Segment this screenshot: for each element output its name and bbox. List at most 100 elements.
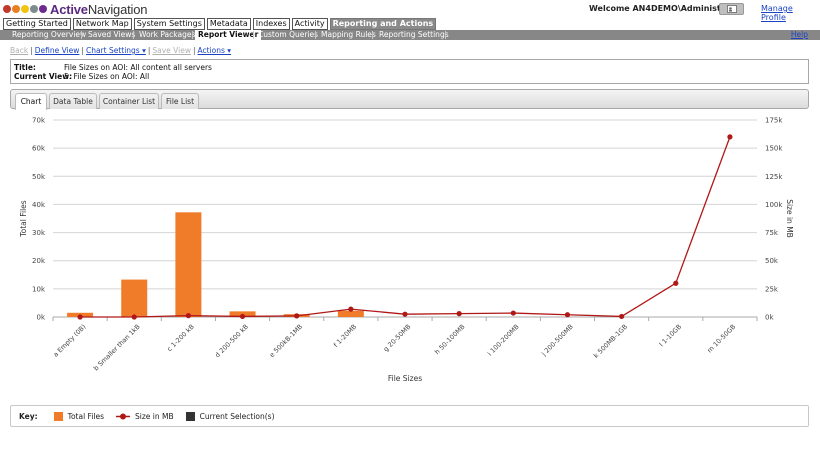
point-size-in-mb xyxy=(348,306,354,312)
legend-item-current-selection[interactable]: Current Selection(s) xyxy=(185,411,275,421)
subnav-custom-queries[interactable]: Custom Queries xyxy=(258,30,318,40)
y2-axis-title: Size in MB xyxy=(785,199,794,238)
point-size-in-mb xyxy=(510,310,516,316)
x-tick-label: c 1-200 kB xyxy=(166,323,196,353)
y-tick-label: 40k xyxy=(32,201,46,209)
x-tick-label: e 500kB-1MB xyxy=(268,323,304,359)
view-tabs: Chart Data Table Container List File Lis… xyxy=(10,89,809,110)
nav-tab-indexes[interactable]: Indexes xyxy=(252,18,290,30)
manage-profile-link[interactable]: Manage Profile xyxy=(761,4,820,22)
subnav-work-packages[interactable]: Work Packages xyxy=(139,30,195,40)
x-tick-label: a Empty (0B) xyxy=(52,323,88,359)
logo-text: ActiveNavigation xyxy=(50,1,148,17)
report-title-row: Title: File Sizes on AOI: All content all… xyxy=(14,63,212,72)
nav-tab-activity[interactable]: Activity xyxy=(291,18,328,30)
y2-tick-label: 50k xyxy=(765,257,779,265)
user-menu-button[interactable] xyxy=(719,3,744,15)
sub-nav: Reporting Overview Saved Views Work Pack… xyxy=(0,30,820,40)
legend-item-size-in-mb[interactable]: Size in MB xyxy=(116,412,174,421)
logo-dot xyxy=(39,5,47,13)
x-tick-label: l 1-10GB xyxy=(658,323,684,349)
point-size-in-mb xyxy=(131,314,137,320)
legend-label: Current Selection(s) xyxy=(199,411,275,421)
bar-total-files xyxy=(175,212,202,317)
legend-label: Size in MB xyxy=(135,411,174,421)
save-view-link[interactable]: Save View xyxy=(152,46,191,55)
x-tick-label: b Smaller than 1kB xyxy=(92,323,142,373)
x-axis-title: File Sizes xyxy=(388,374,422,383)
logo-dot xyxy=(12,5,20,13)
point-size-in-mb xyxy=(564,312,571,318)
y2-tick-label: 75k xyxy=(765,229,779,237)
y2-tick-label: 150k xyxy=(765,145,783,153)
nav-tab-reporting-and-actions[interactable]: Reporting and Actions xyxy=(329,18,437,30)
subnav-saved-views[interactable]: Saved Views xyxy=(88,30,135,40)
report-info-box: Title: File Sizes on AOI: All content all… xyxy=(10,59,809,84)
current-view-row: Current View:5. File Sizes on AOI: All xyxy=(14,72,149,81)
point-size-in-mb xyxy=(77,314,83,320)
tab-chart[interactable]: Chart xyxy=(15,93,47,110)
nav-tab-metadata[interactable]: Metadata xyxy=(206,18,251,30)
y-tick-label: 50k xyxy=(32,173,46,181)
y-tick-label: 10k xyxy=(32,285,46,293)
report-toolbar: Back | Define View | Chart Settings ▾ | Save V… xyxy=(10,46,232,55)
x-tick-label: g 20-50MB xyxy=(382,323,413,354)
line-marker-icon xyxy=(116,413,131,419)
y2-tick-label: 175k xyxy=(765,117,783,125)
x-tick-label: m 10-50GB xyxy=(706,323,738,355)
y-tick-label: 0k xyxy=(36,314,45,322)
y-axis-title: Total Files xyxy=(19,200,28,237)
logo-dot xyxy=(3,5,11,13)
define-view-link[interactable]: Define View xyxy=(35,46,80,55)
logo-dot xyxy=(30,5,38,13)
subnav-mapping-rules[interactable]: Mapping Rules xyxy=(321,30,376,40)
point-size-in-mb xyxy=(239,313,246,320)
chart-settings-menu[interactable]: Chart Settings ▾ xyxy=(86,46,146,55)
x-tick-label: k 500MB-1GB xyxy=(592,323,629,360)
back-link[interactable]: Back xyxy=(10,46,28,55)
bar-swatch-icon xyxy=(53,411,63,421)
point-size-in-mb xyxy=(456,311,462,317)
y2-tick-label: 0k xyxy=(765,314,774,322)
point-size-in-mb xyxy=(294,313,300,319)
logo: ActiveNavigation xyxy=(3,1,148,17)
x-tick-label: j 200-500MB xyxy=(539,323,574,358)
subnav-report-viewer[interactable]: Report Viewer xyxy=(195,30,262,40)
nav-tab-network-map[interactable]: Network Map xyxy=(72,18,132,30)
tab-container-list[interactable]: Container List xyxy=(99,93,159,109)
current-view-label: Current View: xyxy=(14,72,73,81)
legend-item-total-files[interactable]: Total Files xyxy=(53,411,105,421)
y-tick-label: 20k xyxy=(32,257,46,265)
file-sizes-chart: 0k 10k 20k 30k 40k 50k 60k 70k 0k 25k 50k 75k 100k 12… xyxy=(19,117,794,384)
y-tick-label: 30k xyxy=(32,229,46,237)
point-size-in-mb xyxy=(402,311,408,317)
point-size-in-mb xyxy=(727,134,733,140)
point-size-in-mb xyxy=(673,280,679,286)
nav-tab-system-settings[interactable]: System Settings xyxy=(133,18,205,30)
header: ActiveNavigation Welcome AN4DEMO\Adminis… xyxy=(0,0,820,22)
logo-dot xyxy=(21,5,29,13)
help-link[interactable]: Help xyxy=(791,30,808,40)
y-tick-label: 60k xyxy=(32,145,46,153)
bar-total-files xyxy=(121,279,148,317)
point-size-in-mb xyxy=(185,313,191,319)
y2-tick-label: 125k xyxy=(765,173,783,181)
tab-file-list[interactable]: File List xyxy=(161,93,199,109)
legend-key-label: Key: xyxy=(19,411,38,421)
subnav-reporting-overview[interactable]: Reporting Overview xyxy=(12,30,86,40)
actions-menu[interactable]: Actions ▾ xyxy=(198,46,232,55)
x-tick-label: f 1-20MB xyxy=(332,323,358,349)
x-tick-label: d 200-500 kB xyxy=(213,323,250,360)
y-tick-label: 70k xyxy=(32,117,46,125)
selection-swatch-icon xyxy=(185,411,195,421)
user-card-icon xyxy=(726,5,737,13)
nav-tab-getting-started[interactable]: Getting Started xyxy=(3,18,71,30)
top-nav: Getting Started Network Map System Setti… xyxy=(3,18,438,30)
bar-total-files xyxy=(337,310,364,317)
y2-tick-label: 100k xyxy=(765,201,783,209)
tab-data-table[interactable]: Data Table xyxy=(49,93,97,109)
subnav-reporting-settings[interactable]: Reporting Settings xyxy=(379,30,449,40)
title-label: Title: xyxy=(14,63,36,72)
current-view-value: 5. File Sizes on AOI: All xyxy=(64,72,150,81)
legend-label: Total Files xyxy=(67,411,105,421)
